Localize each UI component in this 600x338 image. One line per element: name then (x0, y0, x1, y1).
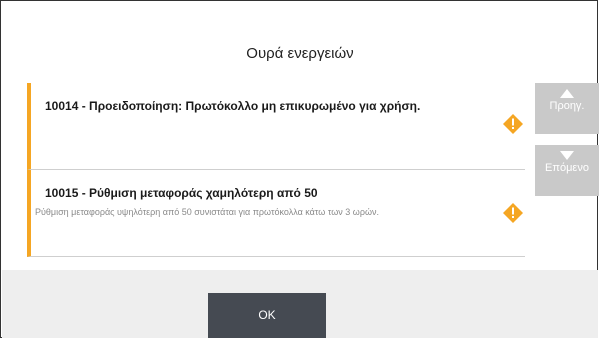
next-button[interactable]: Επόμενο (535, 145, 599, 196)
warning-icon (503, 114, 523, 134)
previous-button-label: Προηγ. (549, 100, 585, 112)
item-description: Ρύθμιση μεταφοράς υψηλότερη από 50 συνισ… (35, 207, 379, 217)
arrow-down-icon (560, 151, 574, 160)
list-item[interactable]: 10014 - Προειδοποίηση: Πρωτόκολλο μη επι… (27, 83, 525, 170)
item-title: 10014 - Προειδοποίηση: Πρωτόκολλο μη επι… (45, 99, 421, 113)
warning-icon (503, 203, 523, 223)
next-button-label: Επόμενο (545, 162, 589, 174)
arrow-up-icon (560, 89, 574, 98)
action-queue-dialog: Ουρά ενεργειών 10014 - Προειδοποίηση: Πρ… (0, 0, 599, 338)
dialog-footer: OK (2, 270, 598, 338)
previous-button[interactable]: Προηγ. (535, 83, 599, 134)
ok-button[interactable]: OK (208, 293, 326, 338)
dialog-title: Ουρά ενεργειών (246, 45, 354, 62)
list-item[interactable]: 10015 - Ρύθμιση μεταφοράς χαμηλότερη από… (27, 170, 525, 257)
item-title: 10015 - Ρύθμιση μεταφοράς χαμηλότερη από… (45, 186, 318, 200)
